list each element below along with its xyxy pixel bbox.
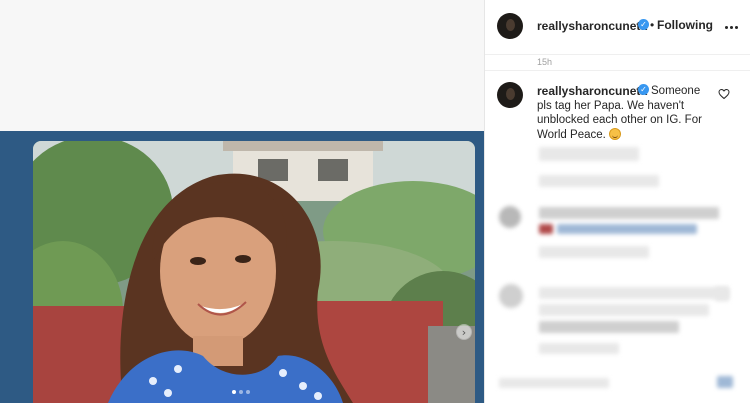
post-side-pane: reallysharoncuneta ✓ • Following 15h rea… — [484, 0, 750, 403]
carousel-dot — [239, 390, 243, 394]
post-media-pane: › — [0, 0, 484, 403]
post-video[interactable] — [33, 141, 475, 403]
caption-avatar[interactable] — [497, 82, 523, 108]
header-username[interactable]: reallysharoncuneta — [537, 19, 647, 33]
following-button[interactable]: Following — [657, 18, 713, 32]
avatar[interactable] — [497, 13, 523, 39]
verified-badge-icon: ✓ — [638, 19, 649, 30]
more-options-icon[interactable] — [725, 26, 738, 29]
carousel-dot — [232, 390, 236, 394]
media-frame[interactable]: › — [0, 131, 484, 403]
post-photo — [33, 141, 475, 403]
carousel-next-button[interactable]: › — [456, 324, 472, 340]
media-blank-area — [0, 0, 484, 131]
post-header: reallysharoncuneta ✓ • Following — [485, 0, 750, 55]
header-bullet: • — [650, 18, 655, 32]
chevron-right-icon: › — [461, 325, 467, 339]
divider — [485, 70, 750, 71]
carousel-indicator — [232, 390, 250, 394]
heart-icon[interactable] — [718, 88, 730, 100]
smiling-face-emoji-icon — [609, 127, 622, 140]
caption-text: Someone pls tag her Papa. We haven't unb… — [537, 84, 717, 142]
carousel-dot — [246, 390, 250, 394]
post-timestamp: 15h — [537, 57, 553, 67]
